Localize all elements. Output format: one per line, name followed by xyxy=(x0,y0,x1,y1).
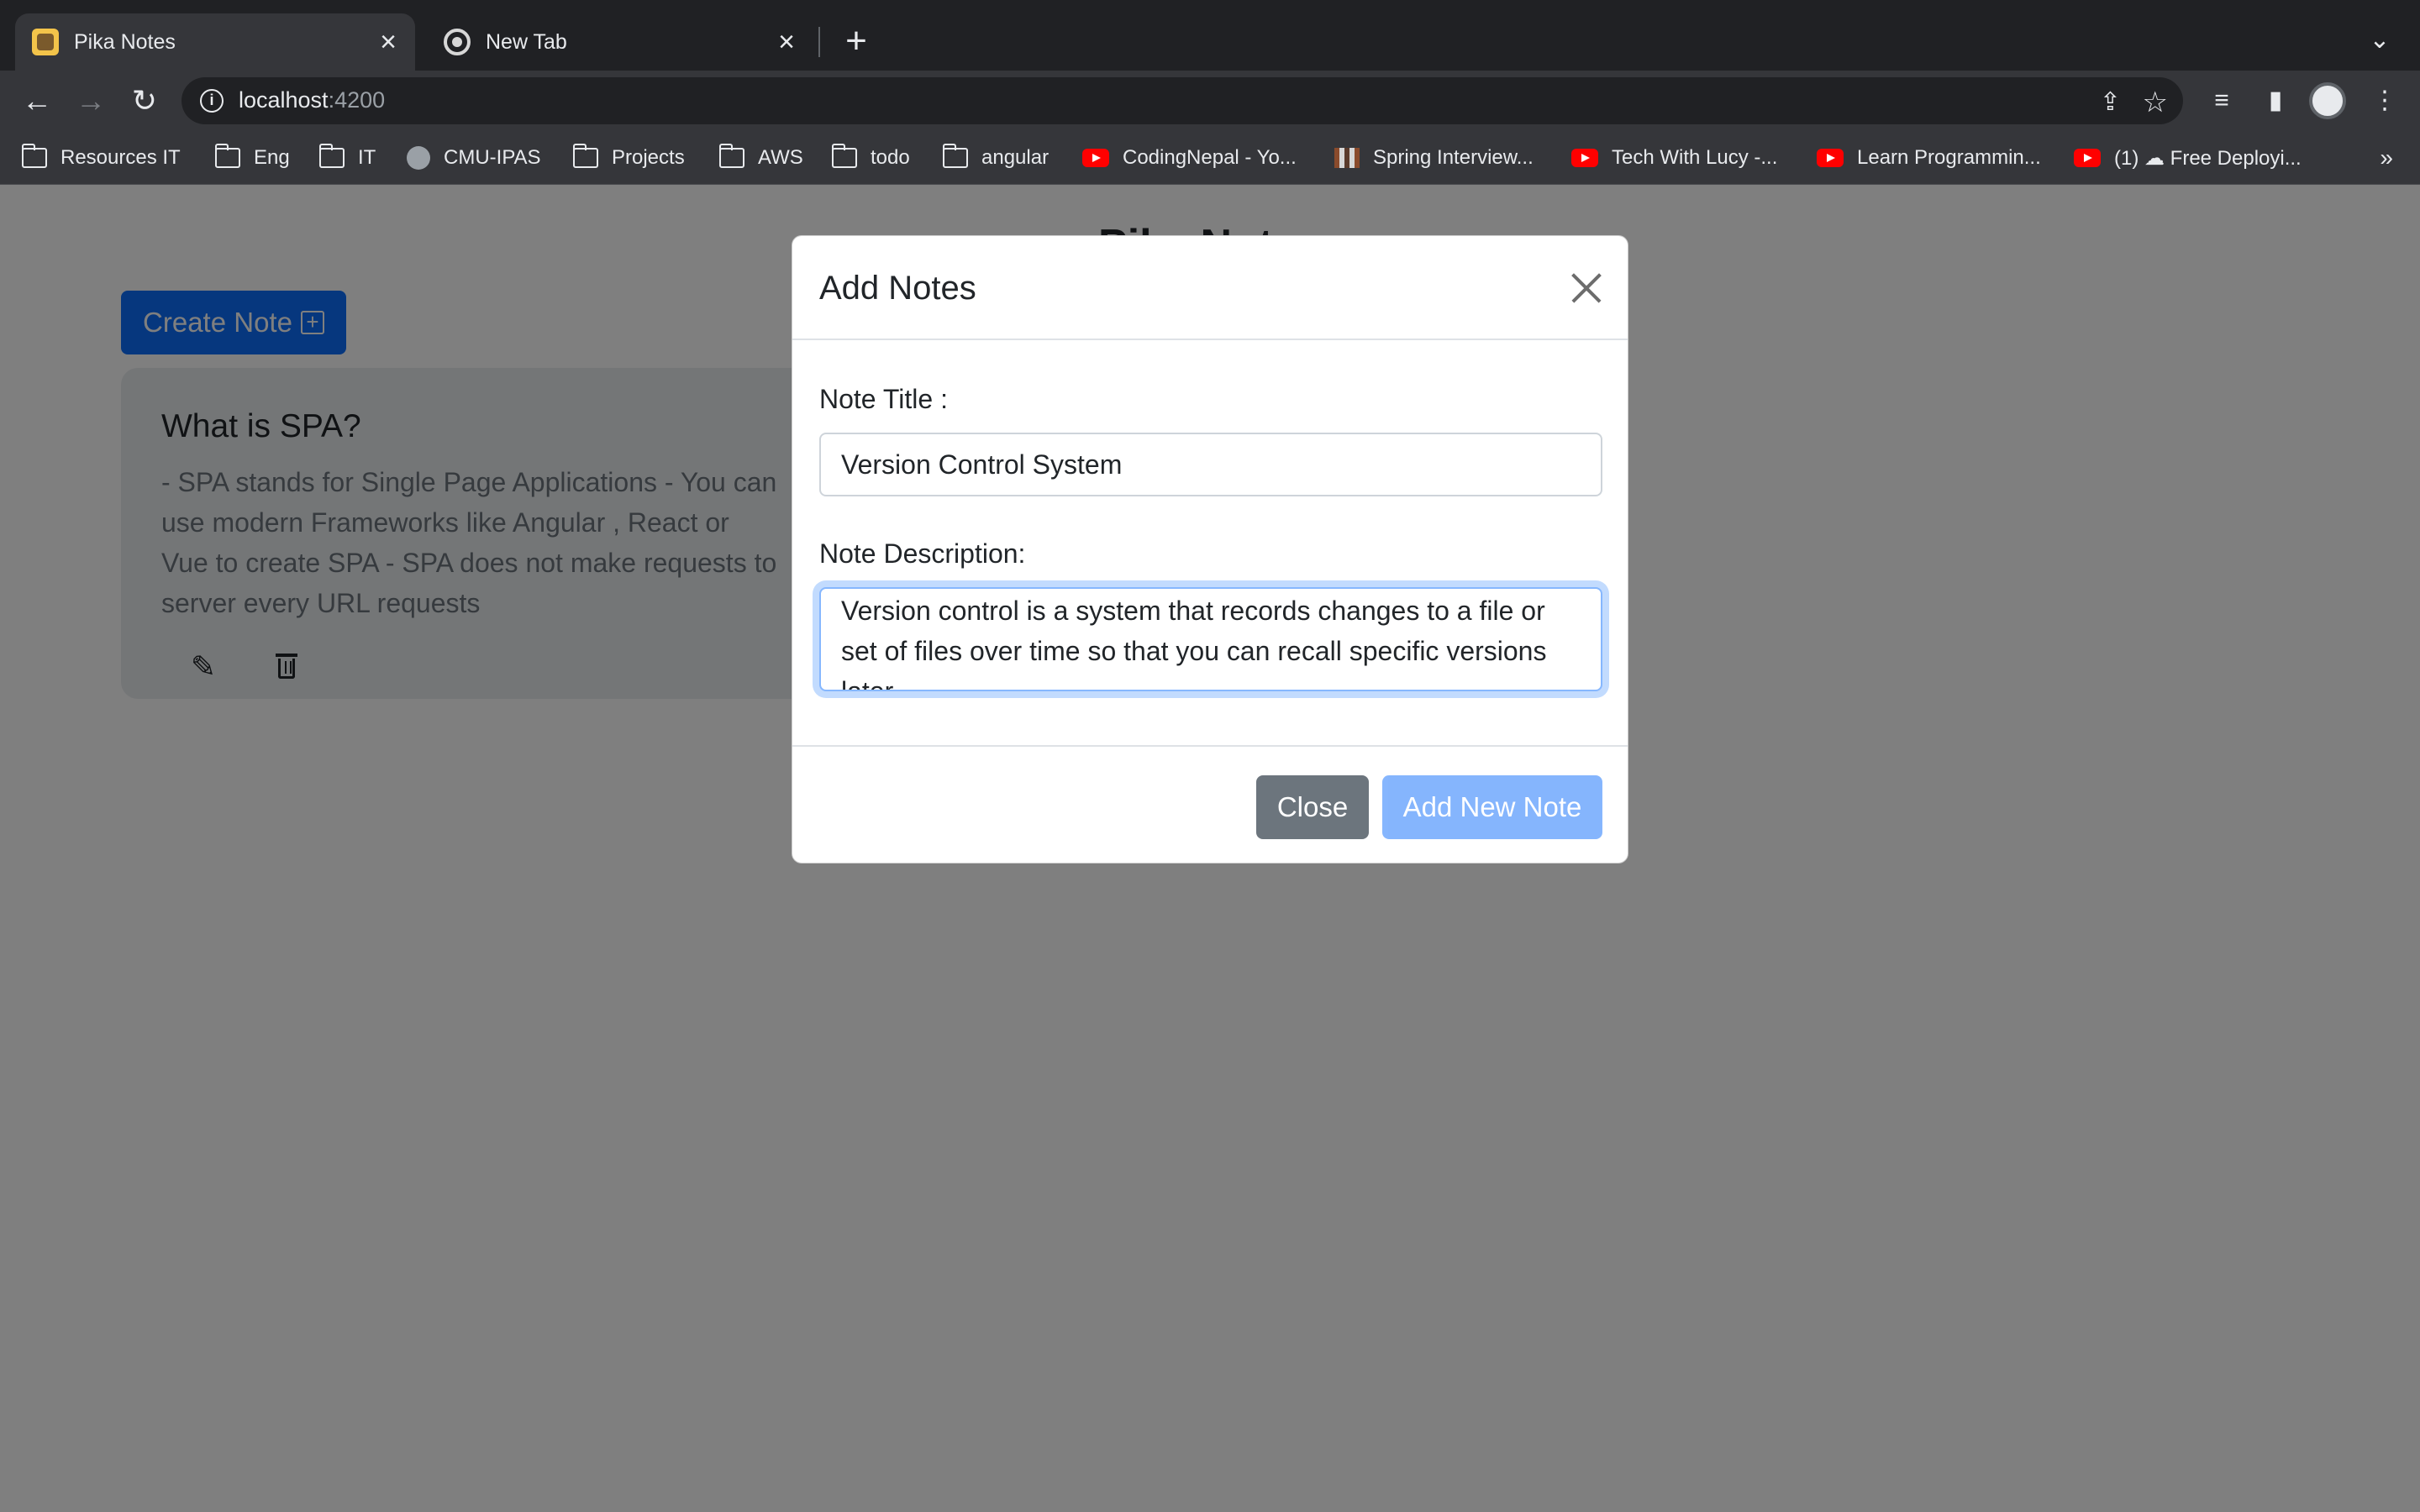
bookmark-codingnepal[interactable]: CodingNepal - Yo... xyxy=(1082,143,1297,173)
youtube-icon xyxy=(1082,149,1109,167)
bookmark-todo[interactable]: todo xyxy=(832,143,910,173)
bookmark-free-deploying[interactable]: (1) ☁ Free Deployi... xyxy=(2074,143,2302,173)
pika-favicon-icon xyxy=(32,29,59,55)
bookmark-angular[interactable]: angular xyxy=(943,143,1049,173)
new-tab-plus-icon[interactable]: + xyxy=(835,20,877,62)
bookmark-aws[interactable]: AWS xyxy=(719,143,803,173)
youtube-icon xyxy=(1817,149,1844,167)
bookmark-label: Eng xyxy=(254,146,290,169)
youtube-icon xyxy=(1571,149,1598,167)
bookmark-spring-interview[interactable]: Spring Interview... xyxy=(1334,143,1534,173)
browser-chrome: Pika Notes × New Tab × + ⌄ ← → ↻ i local… xyxy=(0,0,2420,185)
folder-icon xyxy=(215,144,240,168)
note-description-label: Note Description: xyxy=(819,538,1026,569)
bookmark-label: AWS xyxy=(758,146,803,169)
close-tab-icon[interactable]: × xyxy=(770,26,803,59)
folder-icon xyxy=(832,144,857,168)
url-host: localhost xyxy=(239,87,329,113)
bookmark-label: Tech With Lucy -... xyxy=(1612,146,1778,169)
site-icon xyxy=(1334,148,1360,168)
bookmark-learn-programming[interactable]: Learn Programmin... xyxy=(1817,143,2041,173)
note-title-label: Note Title : xyxy=(819,384,948,414)
bookmark-star-icon[interactable]: ☆ xyxy=(2143,86,2168,119)
folder-icon xyxy=(943,144,968,168)
site-info-icon[interactable]: i xyxy=(200,89,224,113)
bookmark-label: Spring Interview... xyxy=(1373,146,1534,169)
bookmark-label: Projects xyxy=(612,146,685,169)
folder-icon xyxy=(319,144,345,168)
bookmark-it[interactable]: IT xyxy=(319,143,376,173)
url-port: :4200 xyxy=(328,87,386,113)
bookmark-resources-it[interactable]: Resources IT xyxy=(22,143,181,173)
bookmark-label: (1) ☁ Free Deployi... xyxy=(2114,146,2302,170)
note-title-input[interactable] xyxy=(819,433,1602,496)
tab-search-chevron-icon[interactable]: ⌄ xyxy=(2365,25,2395,55)
tab-separator xyxy=(818,27,820,57)
tab-new-tab[interactable]: New Tab × xyxy=(427,13,813,71)
folder-icon xyxy=(719,144,744,168)
bookmark-label: IT xyxy=(358,146,376,169)
note-description-textarea[interactable]: Version control is a system that records… xyxy=(819,587,1602,691)
modal-footer: Close Add New Note xyxy=(792,745,1628,863)
chrome-favicon-icon xyxy=(444,29,471,55)
site-icon xyxy=(407,146,430,170)
bookmark-label: Resources IT xyxy=(60,146,181,169)
profile-avatar[interactable] xyxy=(2309,82,2346,119)
tab-title: New Tab xyxy=(486,29,567,54)
back-arrow-icon[interactable]: ← xyxy=(17,81,57,121)
more-menu-icon[interactable]: ⋮ xyxy=(2366,82,2403,119)
browser-toolbar: ← → ↻ i localhost:4200 ⇪ ☆ ≡ ▮ ⋮ xyxy=(0,71,2420,131)
bookmarks-overflow-icon[interactable]: » xyxy=(2380,144,2393,171)
bookmark-eng[interactable]: Eng xyxy=(215,143,290,173)
add-notes-modal: Add Notes Note Title : Note Description:… xyxy=(792,235,1628,864)
close-button[interactable]: Close xyxy=(1256,775,1369,839)
youtube-icon xyxy=(2074,149,2101,167)
forward-arrow-icon[interactable]: → xyxy=(71,81,111,121)
folder-icon xyxy=(573,144,598,168)
bookmark-tech-with-lucy[interactable]: Tech With Lucy -... xyxy=(1571,143,1777,173)
bookmark-projects[interactable]: Projects xyxy=(573,143,685,173)
modal-title: Add Notes xyxy=(819,270,976,307)
bookmarks-bar: Resources IT Eng IT CMU-IPAS Projects AW… xyxy=(0,131,2420,185)
bookmark-label: CodingNepal - Yo... xyxy=(1123,146,1297,169)
url-text[interactable]: localhost:4200 xyxy=(239,87,385,113)
bookmark-label: todo xyxy=(871,146,910,169)
share-icon[interactable]: ⇪ xyxy=(2100,87,2121,117)
side-panel-icon[interactable]: ▮ xyxy=(2257,82,2294,119)
tab-title: Pika Notes xyxy=(74,29,176,54)
bookmark-label: CMU-IPAS xyxy=(444,146,541,169)
media-queue-icon[interactable]: ≡ xyxy=(2203,82,2240,119)
bookmark-cmu-ipas[interactable]: CMU-IPAS xyxy=(407,143,541,173)
bookmark-label: Learn Programmin... xyxy=(1857,146,2041,169)
add-new-note-button[interactable]: Add New Note xyxy=(1382,775,1602,839)
close-tab-icon[interactable]: × xyxy=(371,26,405,59)
tab-pika-notes[interactable]: Pika Notes × xyxy=(15,13,415,71)
tab-strip: Pika Notes × New Tab × + ⌄ xyxy=(0,0,2420,71)
close-x-icon[interactable] xyxy=(1569,271,1602,305)
folder-icon xyxy=(22,144,47,168)
reload-icon[interactable]: ↻ xyxy=(124,81,165,121)
bookmark-label: angular xyxy=(981,146,1050,169)
modal-header: Add Notes xyxy=(792,236,1628,340)
address-bar[interactable]: i localhost:4200 ⇪ ☆ xyxy=(182,77,2183,124)
